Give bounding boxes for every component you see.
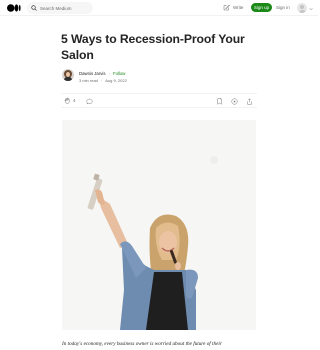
search-bar[interactable] <box>27 2 93 14</box>
comment-icon[interactable] <box>86 98 93 105</box>
share-icon[interactable] <box>246 97 253 105</box>
write-icon <box>223 4 230 11</box>
search-input[interactable] <box>40 5 90 11</box>
woman-with-hairspray-illustration <box>62 120 256 330</box>
write-label: Write <box>233 5 244 10</box>
clap-icon <box>64 97 70 104</box>
search-icon <box>31 5 37 11</box>
article-hero-image <box>62 120 256 330</box>
chevron-down-icon[interactable] <box>309 7 313 11</box>
sign-up-button[interactable]: Sign up <box>251 3 272 12</box>
read-time: 3 min read <box>79 78 98 83</box>
sign-in-link[interactable]: Sign in <box>276 5 290 10</box>
clap-button[interactable]: 4 <box>64 97 75 104</box>
avatar-icon[interactable] <box>297 3 307 13</box>
article-intro-text: In today's economy, every business owner… <box>62 341 222 347</box>
play-icon[interactable] <box>231 98 238 105</box>
follow-button[interactable]: Follow <box>113 71 125 76</box>
write-button[interactable]: Write <box>223 4 243 11</box>
separator-dot: · <box>108 71 110 76</box>
separator-dot: · <box>100 78 103 83</box>
top-nav-bar: Write Sign up Sign in <box>0 0 318 16</box>
author-name[interactable]: Dawnis Jarvis <box>79 71 106 76</box>
bookmark-icon[interactable] <box>216 97 223 105</box>
article-action-bar: 4 <box>61 93 257 108</box>
article-title: 5 Ways to Recession-Proof Your Salon <box>61 32 245 62</box>
clap-count: 4 <box>73 98 76 103</box>
medium-logo-icon[interactable] <box>7 4 21 12</box>
author-avatar[interactable] <box>62 69 74 81</box>
article-meta: 3 min read · Aug 9, 2022 <box>79 78 127 83</box>
publish-date: Aug 9, 2022 <box>105 78 127 83</box>
author-line: Dawnis Jarvis · Follow <box>79 71 125 76</box>
